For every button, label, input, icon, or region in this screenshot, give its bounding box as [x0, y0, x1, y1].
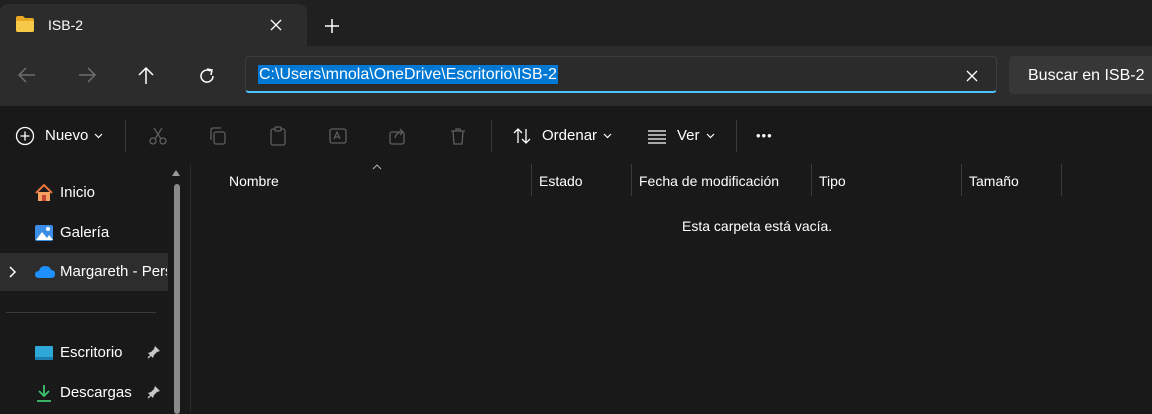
column-header-label: Nombre: [229, 173, 279, 189]
share-icon: [388, 126, 408, 146]
column-header-status[interactable]: Estado: [531, 164, 632, 196]
navigation-bar: C:\Users\mnola\OneDrive\Escritorio\ISB-2…: [0, 46, 1152, 105]
sort-button[interactable]: Ordenar: [512, 106, 612, 165]
address-path[interactable]: C:\Users\mnola\OneDrive\Escritorio\ISB-2: [258, 65, 558, 84]
scroll-up-arrow-icon[interactable]: [172, 170, 180, 176]
plus-circle-icon: [15, 126, 35, 146]
new-button[interactable]: Nuevo: [15, 106, 103, 165]
column-header-label: Fecha de modificación: [639, 173, 780, 189]
empty-folder-message: Esta carpeta está vacía.: [682, 218, 833, 234]
trash-icon: [448, 126, 468, 146]
gallery-icon: [34, 223, 54, 243]
column-header-name[interactable]: Nombre: [221, 164, 532, 196]
rename-button[interactable]: [328, 106, 348, 165]
more-dots-icon: •••: [756, 128, 773, 143]
forward-arrow-icon[interactable]: [77, 66, 97, 84]
view-button[interactable]: Ver: [647, 106, 715, 165]
sidebar-item-label: Inicio: [60, 184, 96, 201]
new-button-label: Nuevo: [45, 127, 89, 144]
divider: [6, 312, 156, 313]
rename-icon: [328, 126, 348, 146]
tab-isb-2[interactable]: ISB-2: [0, 4, 307, 46]
delete-button[interactable]: [448, 106, 468, 165]
up-arrow-icon[interactable]: [137, 66, 155, 86]
cut-button[interactable]: [148, 106, 168, 165]
back-arrow-icon[interactable]: [17, 66, 37, 84]
sidebar-item-label: Galería: [60, 224, 110, 241]
navigation-pane: Inicio Galería Margareth - Personal Escr…: [0, 164, 191, 414]
sidebar-item-label: Margareth - Personal: [60, 263, 167, 280]
refresh-icon[interactable]: [197, 66, 217, 86]
new-tab-icon[interactable]: [323, 17, 341, 35]
chevron-down-icon: [603, 133, 612, 139]
column-header-type[interactable]: Tipo: [811, 164, 962, 196]
scrollbar-thumb[interactable]: [174, 184, 180, 414]
file-list-header: Nombre Estado Fecha de modificación Tipo…: [191, 164, 1152, 196]
paste-button[interactable]: [268, 106, 288, 165]
column-divider: [531, 164, 532, 196]
more-options-button[interactable]: •••: [756, 106, 773, 165]
sidebar-item-galeria[interactable]: Galería: [0, 214, 168, 252]
sidebar-item-descargas[interactable]: Descargas: [0, 374, 168, 412]
onedrive-cloud-icon: [34, 265, 56, 279]
divider: [736, 120, 737, 152]
column-header-size[interactable]: Tamaño: [961, 164, 1062, 196]
divider: [491, 120, 492, 152]
divider: [125, 120, 126, 152]
column-header-label: Tamaño: [969, 173, 1019, 189]
chevron-right-icon[interactable]: [9, 266, 17, 278]
sort-arrows-icon: [512, 126, 532, 146]
sidebar-item-inicio[interactable]: Inicio: [0, 174, 168, 212]
downloads-icon: [34, 383, 54, 403]
search-placeholder: Buscar en ISB-2: [1028, 67, 1145, 84]
pin-icon[interactable]: [147, 345, 161, 359]
command-bar: Nuevo Ordenar Ver •••: [0, 105, 1152, 165]
clear-icon[interactable]: [965, 69, 979, 83]
column-header-modified[interactable]: Fecha de modificación: [631, 164, 812, 196]
scissors-icon: [148, 126, 168, 146]
sidebar-item-escritorio[interactable]: Escritorio: [0, 334, 168, 372]
copy-button[interactable]: [208, 106, 228, 165]
close-tab-icon[interactable]: [268, 17, 284, 33]
chevron-down-icon: [706, 133, 715, 139]
sort-button-label: Ordenar: [542, 127, 598, 144]
list-lines-icon: [647, 126, 667, 146]
address-bar[interactable]: C:\Users\mnola\OneDrive\Escritorio\ISB-2: [245, 56, 997, 93]
column-header-label: Tipo: [819, 173, 846, 189]
tab-title: ISB-2: [48, 17, 84, 33]
pin-icon[interactable]: [147, 385, 161, 399]
tab-bar: ISB-2: [0, 0, 1152, 46]
clipboard-icon: [268, 125, 288, 146]
search-box[interactable]: Buscar en ISB-2: [1009, 56, 1152, 94]
desktop-icon: [34, 343, 54, 363]
sidebar-item-onedrive[interactable]: Margareth - Personal: [0, 253, 168, 291]
copy-icon: [208, 126, 228, 146]
column-header-label: Estado: [539, 173, 583, 189]
chevron-down-icon: [94, 133, 103, 139]
home-icon: [34, 183, 54, 203]
folder-icon: [15, 15, 35, 33]
view-button-label: Ver: [677, 127, 700, 144]
share-button[interactable]: [388, 106, 408, 165]
